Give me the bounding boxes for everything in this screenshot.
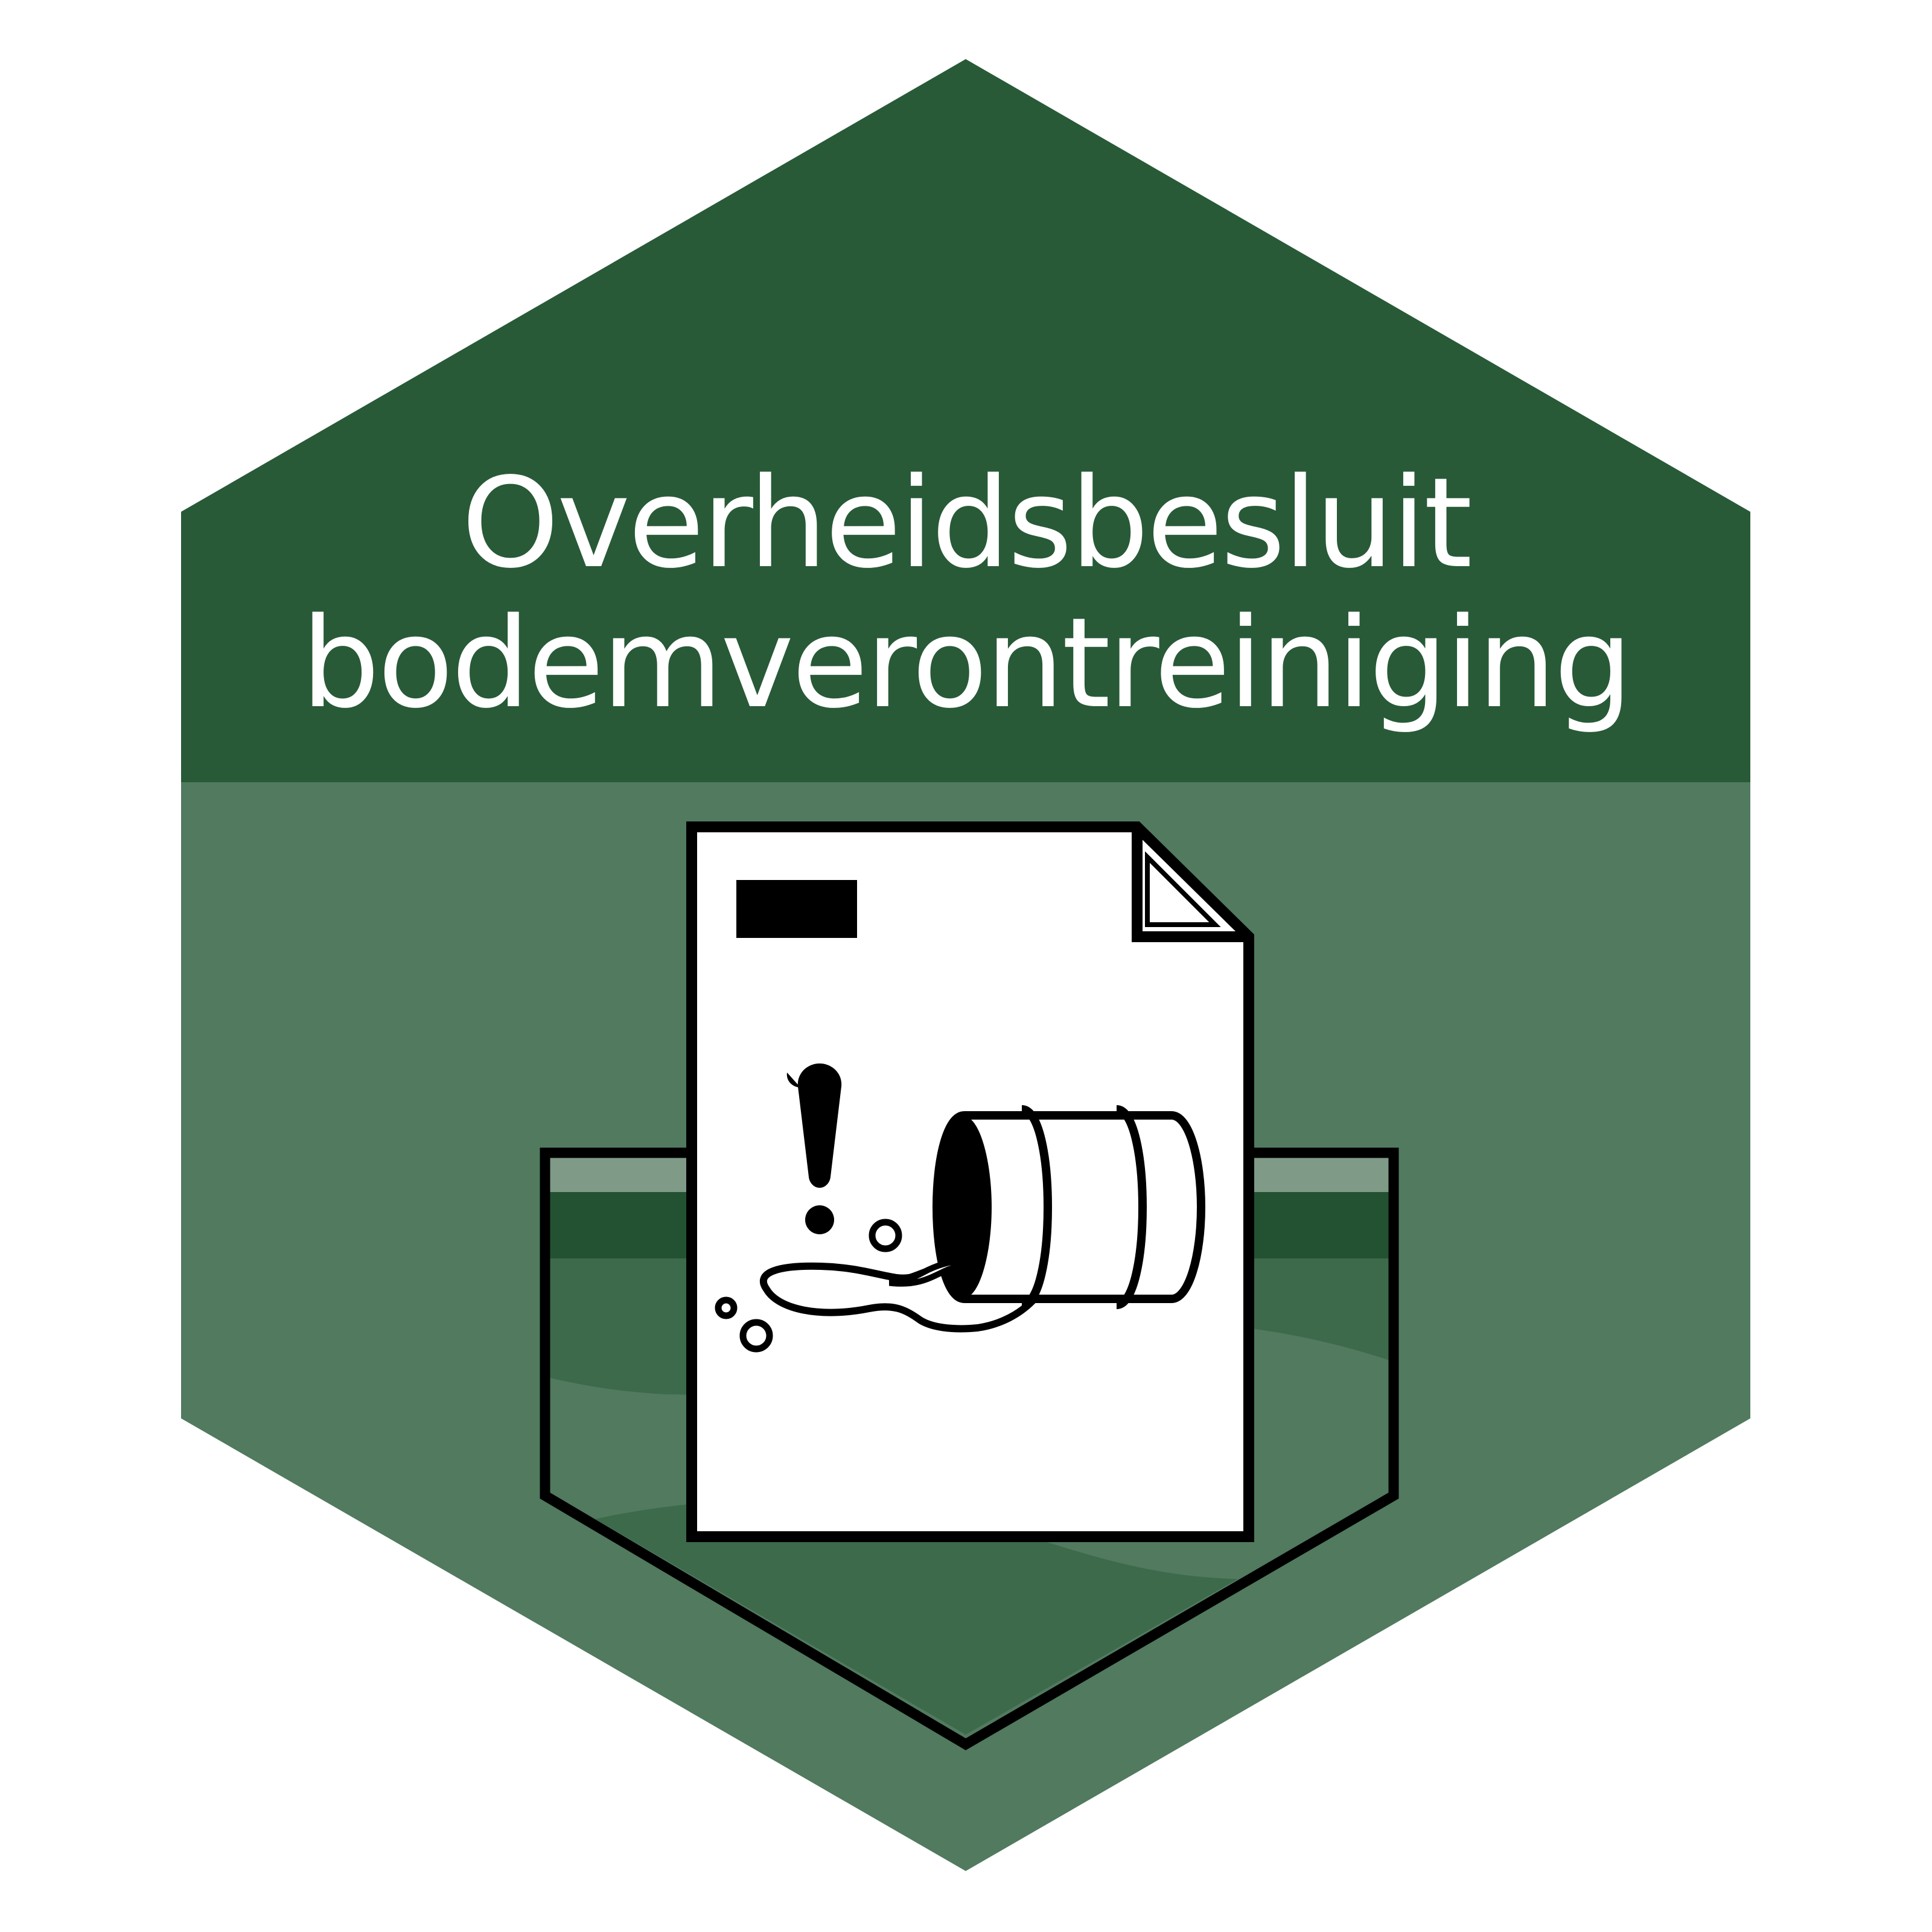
badge-title-line-2: bodemverontreiniging (301, 591, 1630, 736)
badge-title-line-1: Overheidsbesluit (461, 451, 1470, 596)
hexagon-badge: Overheidsbesluit bodemverontreiniging (181, 59, 1750, 1871)
document-heading-block (736, 880, 857, 938)
document-icon (686, 821, 1254, 1542)
